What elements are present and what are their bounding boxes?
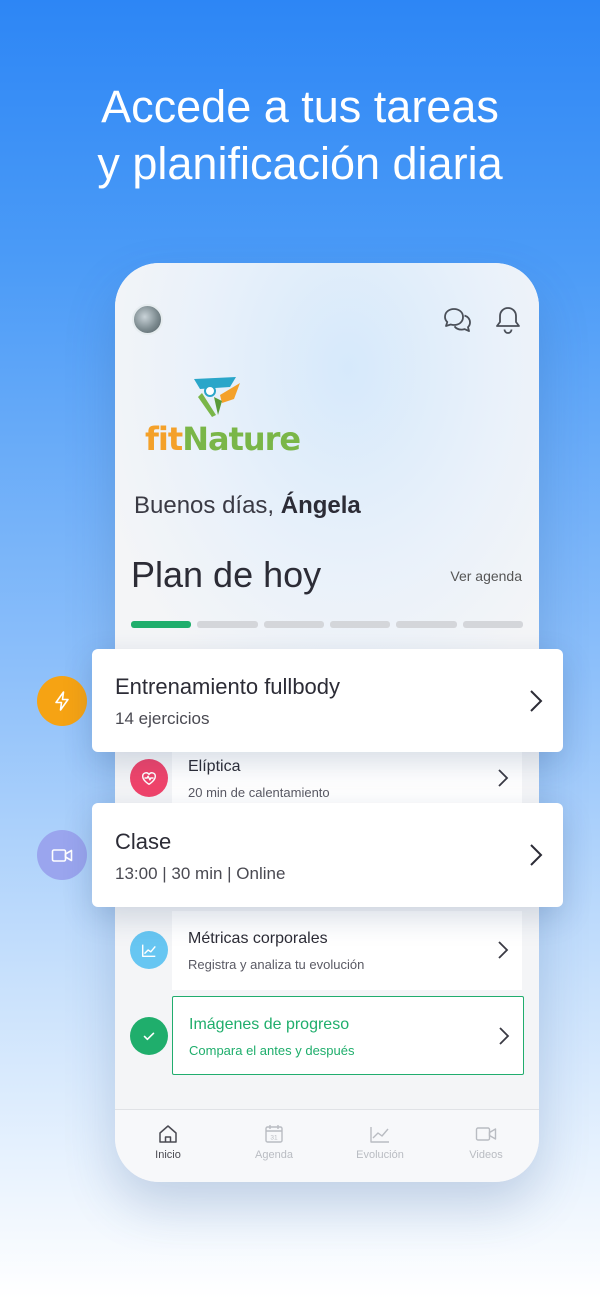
hero-background: [115, 263, 539, 683]
task-title: Métricas corporales: [188, 930, 328, 947]
task-subtitle: Compara el antes y después: [189, 1043, 355, 1058]
progress-segment: [197, 621, 258, 628]
trend-chart-icon: [130, 931, 168, 969]
calendar-day: 31: [270, 1135, 278, 1142]
tab-label: Inicio: [155, 1149, 181, 1161]
heart-rate-icon: [130, 759, 168, 797]
line-chart-icon: [370, 1127, 389, 1143]
promo-headline: Accede a tus tareas y planificación diar…: [0, 78, 600, 192]
bell-icon[interactable]: [492, 304, 524, 336]
progress-segment: [329, 621, 391, 628]
chevron-right-icon: [530, 690, 543, 712]
card-subtitle: 13:00 | 30 min | Online: [115, 864, 286, 883]
chevron-right-icon: [530, 844, 543, 866]
bottom-tab-bar: Inicio 31 Agenda Evolución Videos: [115, 1109, 539, 1182]
chevron-right-icon: [499, 1027, 510, 1045]
task-subtitle: 20 min de calentamiento: [188, 785, 330, 800]
progress-segment: [131, 621, 192, 628]
progress-segment: [263, 621, 324, 628]
video-icon: [475, 1127, 497, 1141]
daily-progress-bar: [131, 621, 523, 628]
logo-wordmark: fitNature: [145, 419, 301, 459]
logo-fit-text: fit: [145, 420, 183, 458]
calendar-icon: 31: [265, 1125, 283, 1143]
tab-inicio[interactable]: Inicio: [115, 1110, 221, 1182]
tab-videos[interactable]: Videos: [433, 1110, 539, 1182]
task-imagenes-progreso[interactable]: Imágenes de progreso Compara el antes y …: [172, 996, 524, 1075]
card-title: Entrenamiento fullbody: [115, 674, 341, 699]
video-camera-icon: [37, 830, 87, 880]
chat-bubbles-icon[interactable]: [441, 304, 473, 336]
tab-agenda[interactable]: 31 Agenda: [221, 1110, 327, 1182]
plan-title: Plan de hoy: [131, 554, 322, 595]
card-entrenamiento-fullbody[interactable]: Entrenamiento fullbody 14 ejercicios: [92, 649, 563, 752]
tab-label: Agenda: [255, 1149, 293, 1161]
lightning-icon: [37, 676, 87, 726]
task-title: Elíptica: [188, 758, 241, 775]
card-subtitle: 14 ejercicios: [115, 709, 210, 728]
chevron-right-icon: [498, 941, 509, 959]
home-icon: [159, 1125, 177, 1143]
progress-segment: [462, 621, 523, 628]
user-name: Ángela: [280, 492, 361, 519]
check-icon: [130, 1017, 168, 1055]
logo-mark-icon: [194, 377, 240, 417]
headline-line-1: Accede a tus tareas: [101, 81, 499, 132]
task-subtitle: Registra y analiza tu evolución: [188, 957, 365, 972]
chevron-right-icon: [498, 769, 509, 787]
greeting: Buenos días, Ángela: [134, 492, 361, 520]
tab-label: Videos: [469, 1149, 503, 1161]
progress-segment: [396, 621, 457, 628]
task-metricas-corporales[interactable]: Métricas corporales Registra y analiza t…: [172, 911, 522, 990]
avatar[interactable]: [132, 304, 163, 335]
greeting-prefix: Buenos días,: [134, 492, 281, 519]
card-title: Clase: [115, 829, 172, 854]
tab-evolucion[interactable]: Evolución: [327, 1110, 433, 1182]
tab-label: Evolución: [356, 1149, 404, 1161]
fitnature-logo: fitNature: [145, 375, 301, 459]
view-agenda-link[interactable]: Ver agenda: [450, 568, 522, 584]
card-clase[interactable]: Clase 13:00 | 30 min | Online: [92, 803, 563, 907]
headline-line-2: y planificación diaria: [97, 138, 503, 189]
logo-nature-text: Nature: [182, 420, 301, 458]
task-title: Imágenes de progreso: [189, 1016, 350, 1033]
